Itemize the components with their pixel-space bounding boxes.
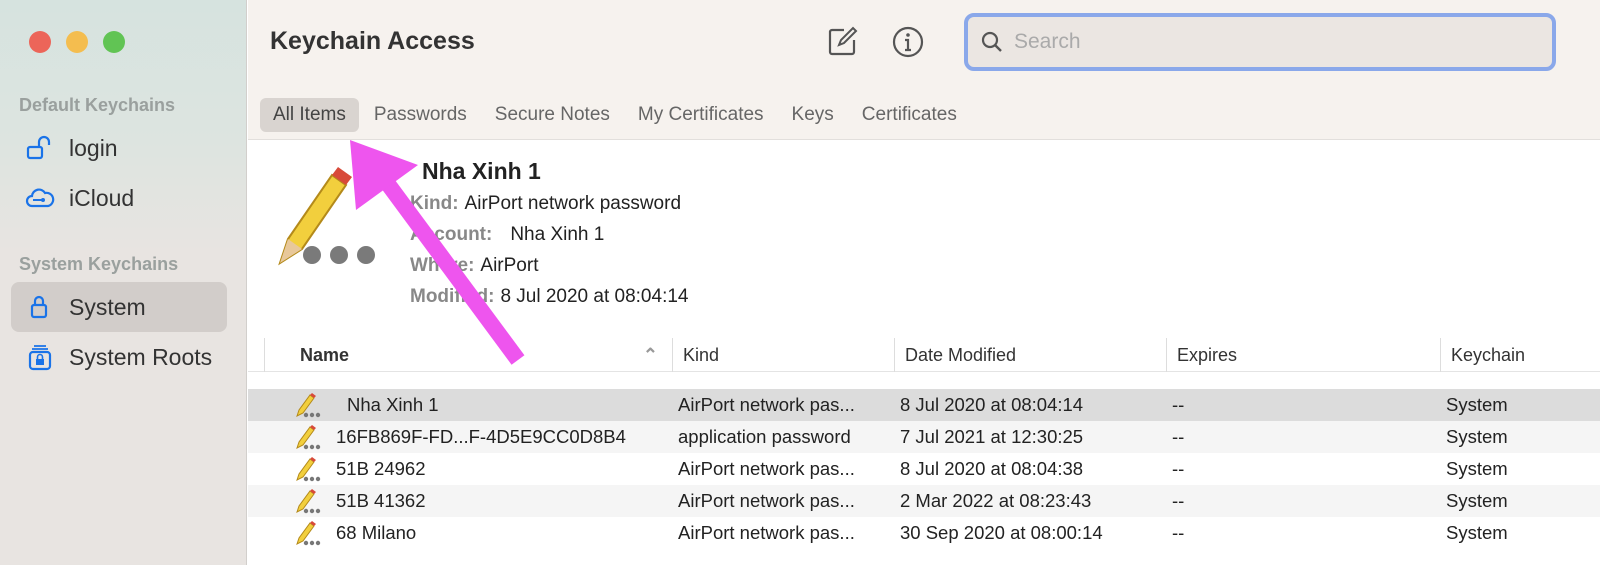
password-item-icon: [296, 425, 321, 450]
sidebar-item-icloud[interactable]: iCloud: [11, 173, 227, 223]
table-row[interactable]: 16FB869F-FD...F-4D5E9CC0D8B4 application…: [248, 421, 1600, 453]
where-value: AirPort: [480, 255, 539, 276]
table-row[interactable]: 51B 41362 AirPort network pas... 2 Mar 2…: [248, 485, 1600, 517]
cell-name: 68 Milano: [336, 522, 417, 543]
tab-passwords[interactable]: Passwords: [361, 98, 480, 132]
system-roots-icon: [28, 345, 52, 371]
table-row[interactable]: Nha Xinh 1 AirPort network pas... 8 Jul …: [248, 389, 1600, 421]
modified-value: 8 Jul 2020 at 08:04:14: [500, 286, 689, 307]
password-item-icon: [296, 393, 321, 418]
sidebar-item-label: System Roots: [69, 343, 213, 370]
search-field[interactable]: [964, 13, 1556, 71]
search-input[interactable]: [1014, 30, 1514, 54]
sidebar: Default Keychains login iCloud System Ke…: [0, 0, 247, 565]
cell-name: 16FB869F-FD...F-4D5E9CC0D8B4: [336, 426, 626, 447]
cell-expires: --: [1172, 522, 1185, 543]
table-row[interactable]: 51B 24962 AirPort network pas... 8 Jul 2…: [248, 453, 1600, 485]
toolbar: Keychain Access: [248, 0, 1600, 90]
section-default-keychains: Default Keychains: [19, 95, 176, 115]
window-title: Keychain Access: [270, 27, 475, 55]
category-tabs: All Items Passwords Secure Notes My Cert…: [248, 90, 1600, 140]
locked-padlock-icon: [30, 295, 48, 319]
password-item-icon: [278, 167, 375, 266]
section-system-keychains: System Keychains: [19, 254, 179, 274]
cell-keychain: System: [1446, 458, 1508, 479]
sidebar-item-login[interactable]: login: [11, 123, 227, 173]
cell-kind: AirPort network pas...: [678, 458, 855, 479]
modified-label: Modified:: [410, 286, 495, 307]
cell-name: Nha Xinh 1: [347, 394, 439, 415]
tab-my-certificates[interactable]: My Certificates: [625, 98, 777, 132]
kind-value: AirPort network password: [464, 193, 682, 214]
table-row[interactable]: 68 Milano AirPort network pas... 30 Sep …: [248, 517, 1600, 549]
password-item-icon: [296, 521, 321, 546]
tab-secure-notes[interactable]: Secure Notes: [482, 98, 623, 132]
cell-kind: AirPort network pas...: [678, 490, 855, 511]
account-value: Nha Xinh 1: [510, 224, 605, 245]
cell-name: 51B 41362: [336, 490, 426, 511]
column-header-kind[interactable]: Kind: [672, 338, 894, 372]
password-item-icon: [296, 489, 321, 514]
cell-date-modified: 8 Jul 2020 at 08:04:38: [900, 458, 1084, 479]
icloud-key-icon: [25, 188, 55, 208]
item-name: Nha Xinh 1: [422, 158, 541, 184]
table-header: Name ⌃ Kind Date Modified Expires Keychai…: [248, 338, 1600, 372]
tab-keys[interactable]: Keys: [779, 98, 847, 132]
where-label: Where:: [410, 255, 475, 276]
cell-expires: --: [1172, 426, 1185, 447]
kind-label: Kind:: [410, 193, 459, 214]
search-icon: [981, 31, 1002, 52]
column-header-keychain[interactable]: Keychain: [1440, 338, 1600, 372]
cell-date-modified: 7 Jul 2021 at 12:30:25: [900, 426, 1084, 447]
cell-expires: --: [1172, 394, 1185, 415]
sidebar-item-system[interactable]: System: [11, 282, 227, 332]
sidebar-item-label: System: [69, 293, 146, 320]
column-label: Name: [300, 345, 350, 365]
tab-certificates[interactable]: Certificates: [849, 98, 970, 132]
cell-keychain: System: [1446, 522, 1508, 543]
cell-kind: application password: [678, 426, 851, 447]
cell-kind: AirPort network pas...: [678, 394, 855, 415]
sidebar-item-system-roots[interactable]: System Roots: [11, 332, 227, 382]
close-button[interactable]: [29, 31, 51, 53]
zoom-button[interactable]: [103, 31, 125, 53]
sort-ascending-icon: ⌃: [642, 345, 658, 365]
cell-expires: --: [1172, 490, 1185, 511]
info-icon[interactable]: [890, 24, 926, 60]
account-label: Account:: [410, 224, 493, 245]
cell-date-modified: 8 Jul 2020 at 08:04:14: [900, 394, 1084, 415]
cell-date-modified: 2 Mar 2022 at 08:23:43: [900, 490, 1092, 511]
column-header-date-modified[interactable]: Date Modified: [894, 338, 1166, 372]
unlocked-padlock-icon: [26, 135, 51, 160]
column-header-expires[interactable]: Expires: [1166, 338, 1440, 372]
cell-name: 51B 24962: [336, 458, 426, 479]
password-item-icon: [296, 457, 321, 482]
cell-expires: --: [1172, 458, 1185, 479]
cell-date-modified: 30 Sep 2020 at 08:00:14: [900, 522, 1103, 543]
minimize-button[interactable]: [66, 31, 88, 53]
cell-keychain: System: [1446, 490, 1508, 511]
cell-kind: AirPort network pas...: [678, 522, 855, 543]
cell-keychain: System: [1446, 426, 1508, 447]
sidebar-item-label: iCloud: [69, 184, 135, 211]
sidebar-item-label: login: [69, 134, 118, 161]
tab-all-items[interactable]: All Items: [260, 97, 359, 132]
item-detail: Nha Xinh 1 Kind: AirPort network password…: [410, 158, 688, 317]
column-header-name[interactable]: Name ⌃: [264, 338, 672, 372]
compose-icon[interactable]: [824, 24, 860, 60]
cell-keychain: System: [1446, 394, 1508, 415]
